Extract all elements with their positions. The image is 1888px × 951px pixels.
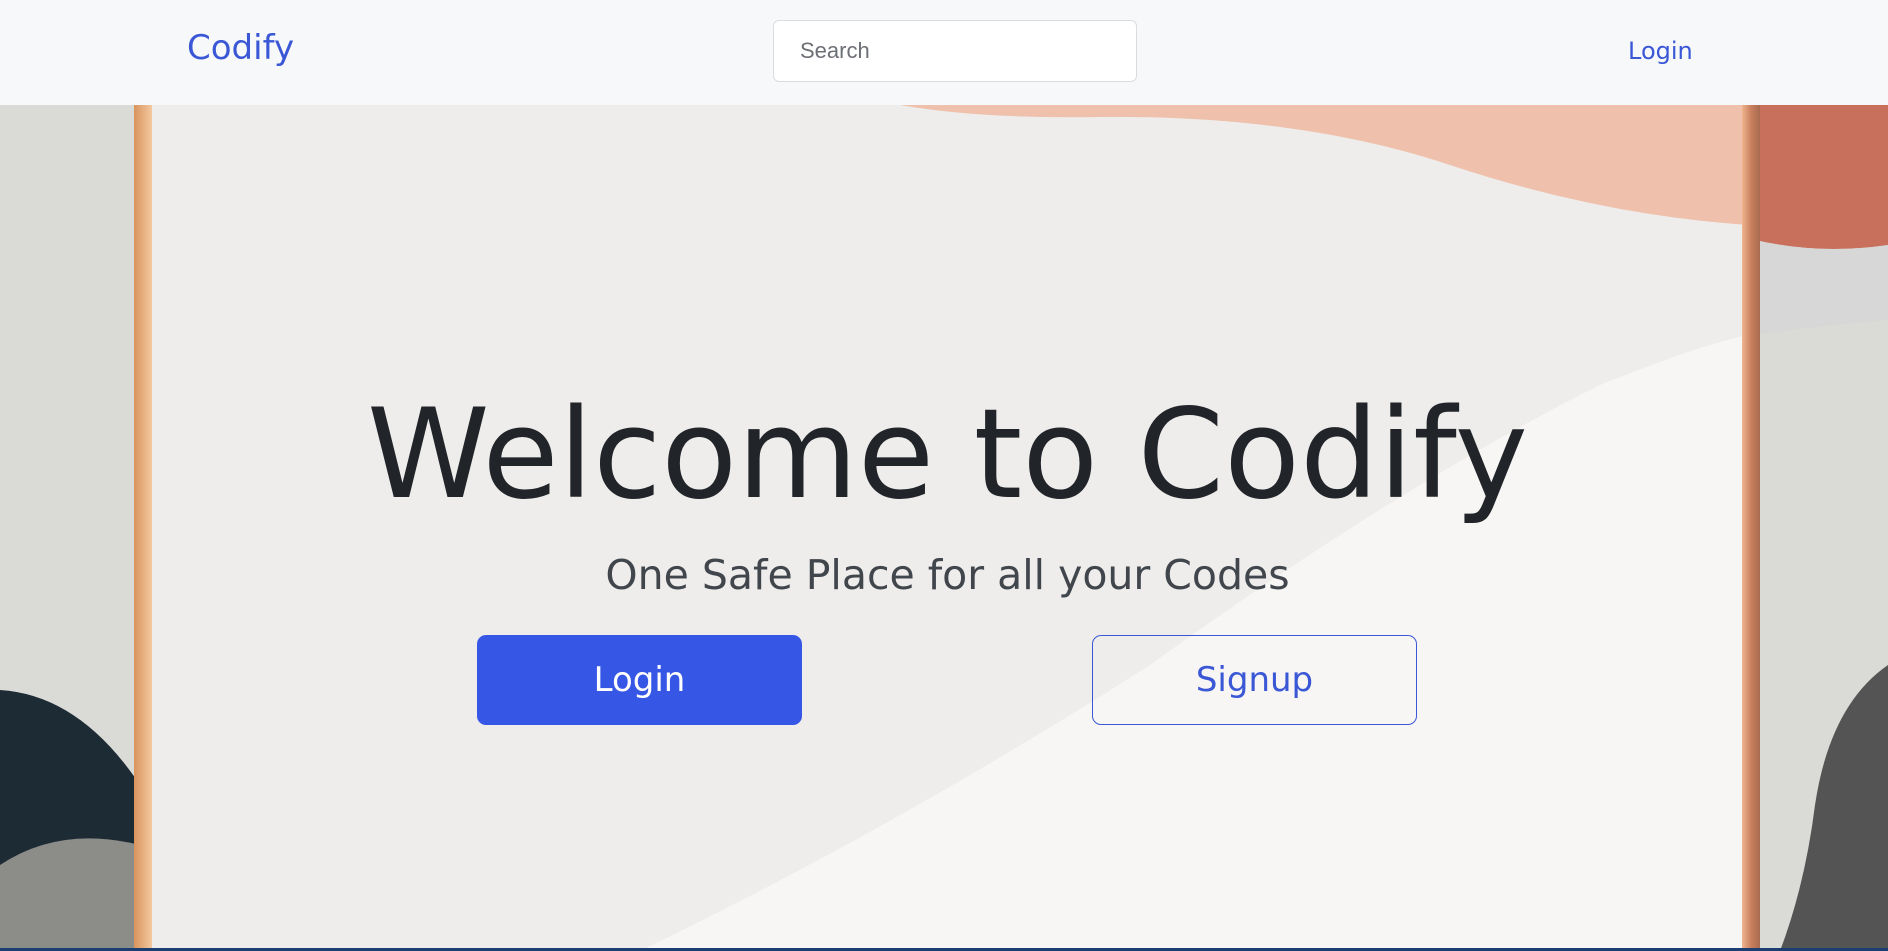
top-navbar: Codify Login: [0, 0, 1888, 105]
nav-login-link[interactable]: Login: [1628, 37, 1693, 65]
login-button[interactable]: Login: [477, 635, 802, 725]
hero-subtitle: One Safe Place for all your Codes: [605, 551, 1290, 599]
hero-title: Welcome to Codify: [367, 383, 1528, 527]
signup-button[interactable]: Signup: [1092, 635, 1417, 725]
search-input[interactable]: [773, 20, 1137, 82]
hero-section: Welcome to Codify One Safe Place for all…: [0, 105, 1888, 951]
brand-logo-link[interactable]: Codify: [187, 28, 294, 68]
